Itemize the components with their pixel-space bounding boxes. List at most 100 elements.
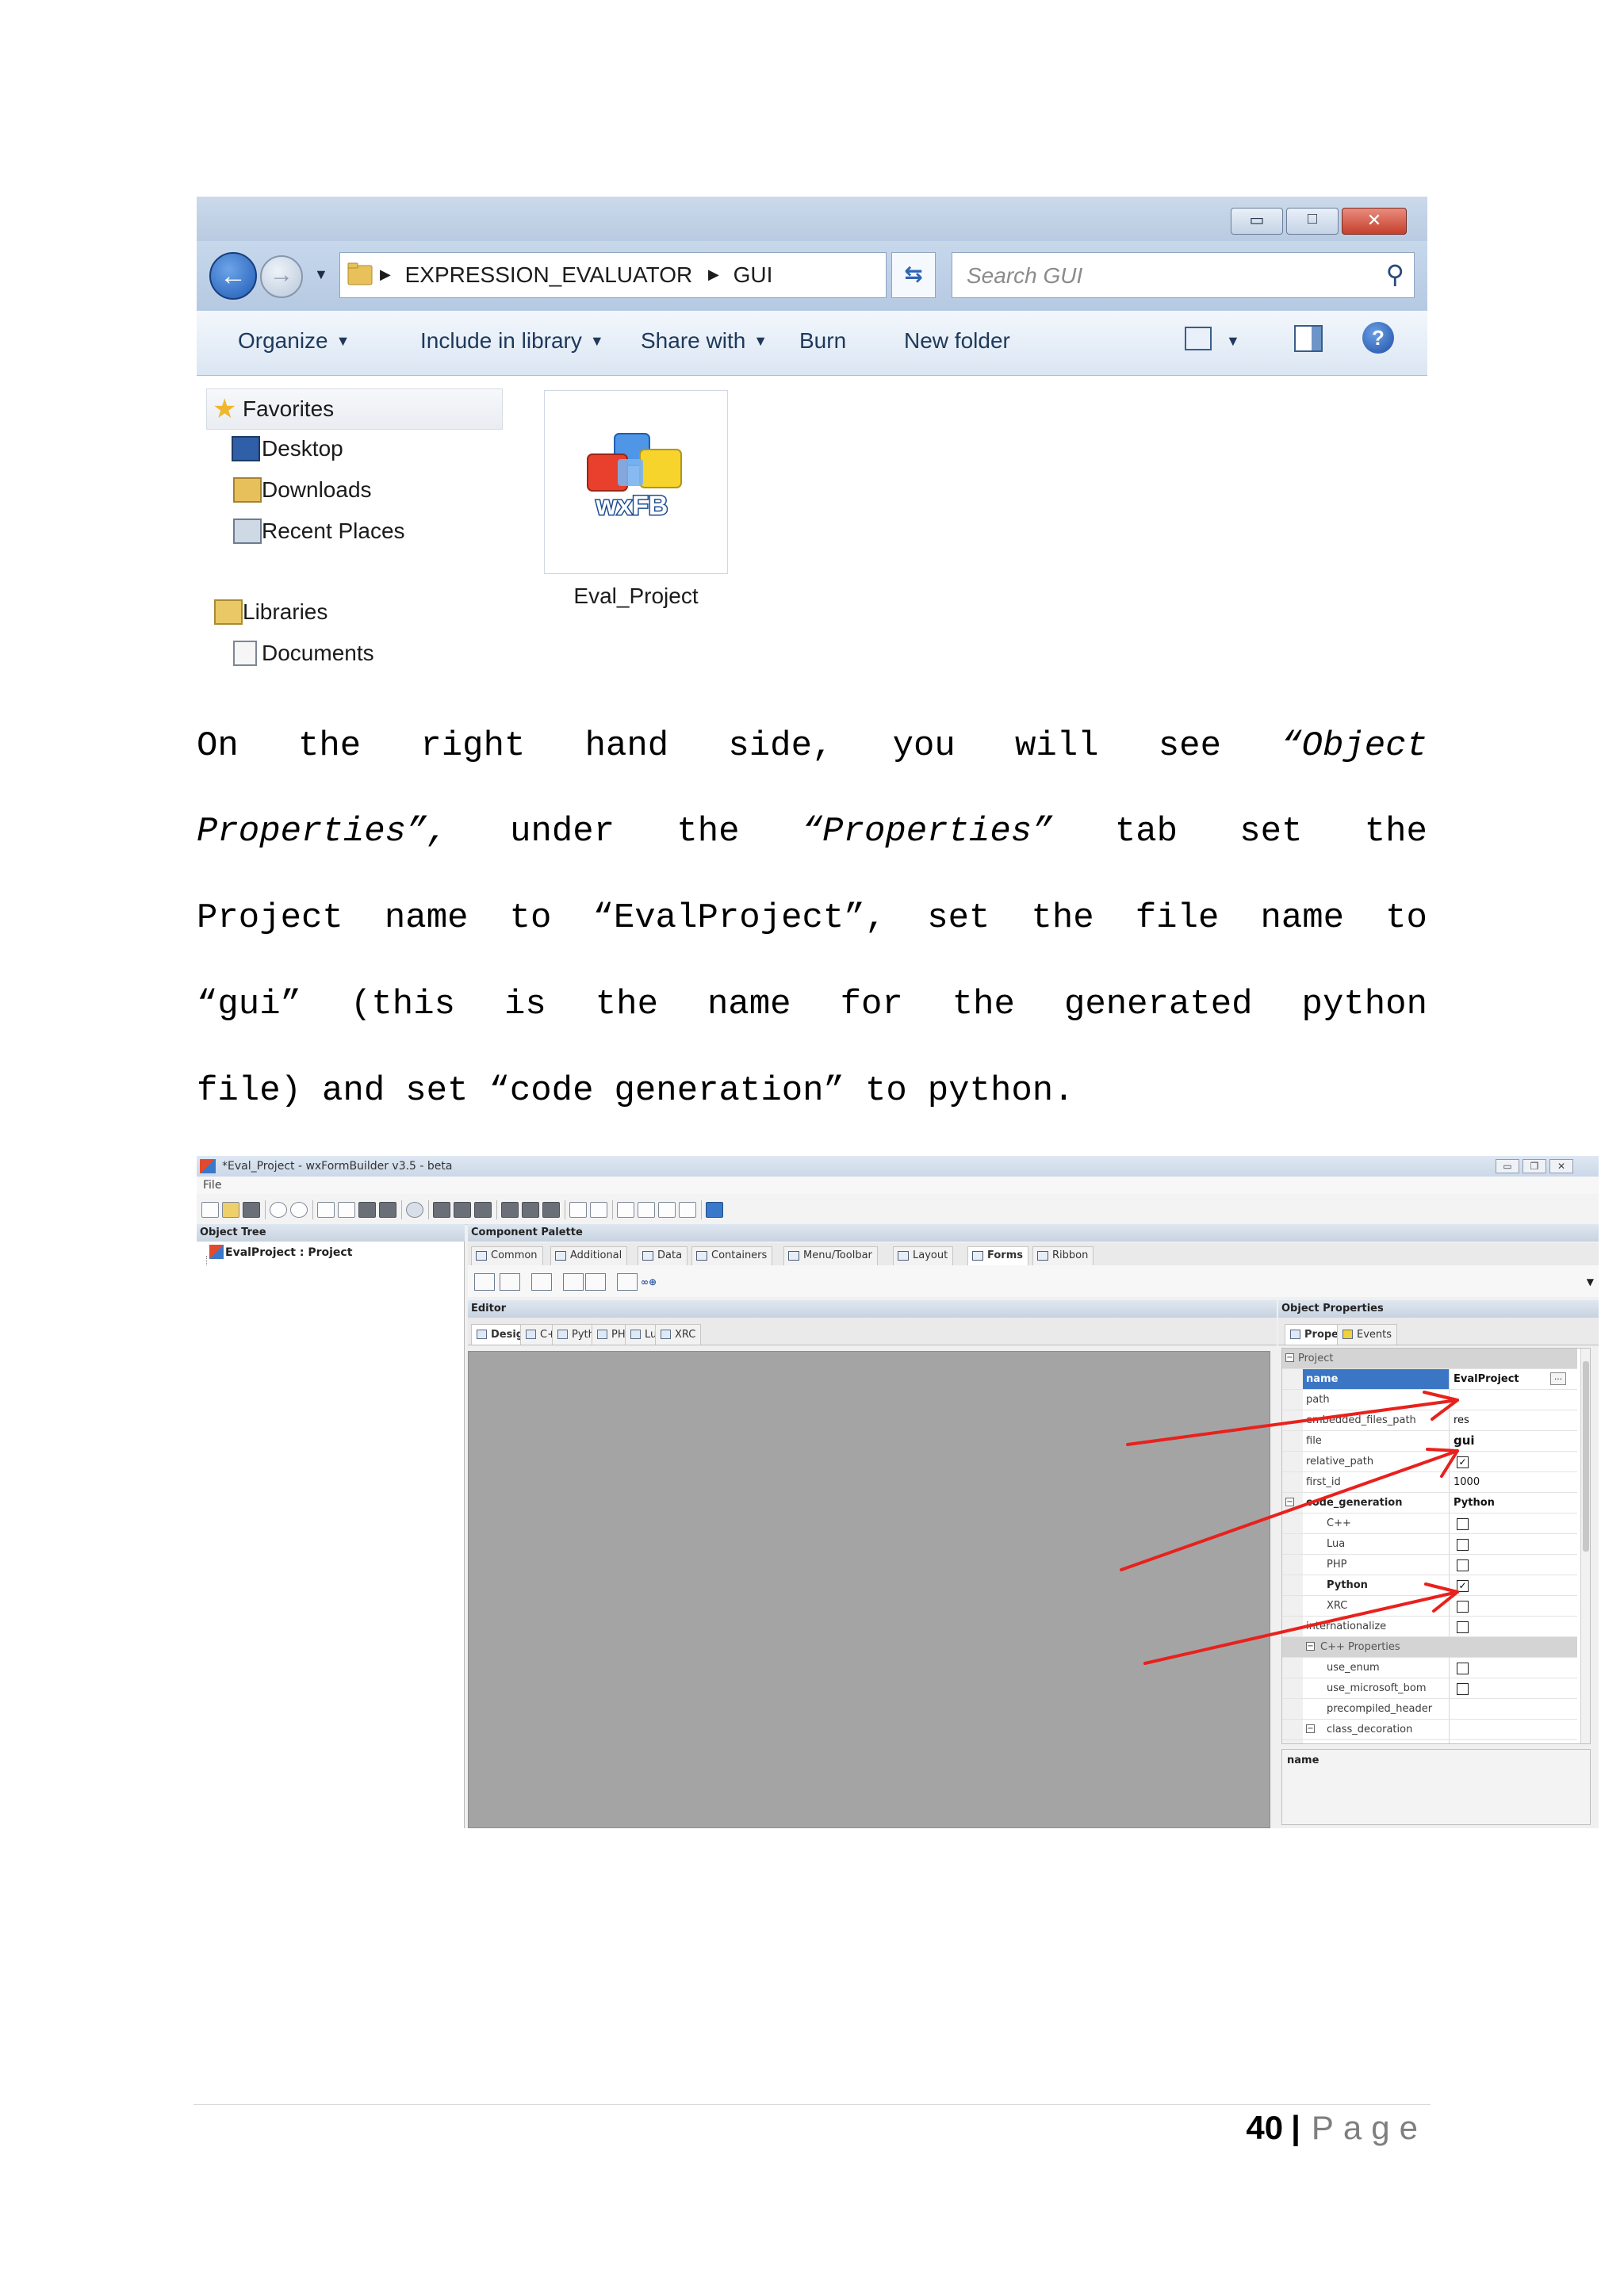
property-category-cpp[interactable]: − C++ Properties: [1282, 1637, 1577, 1658]
breadcrumb-item[interactable]: EXPRESSION_EVALUATOR: [405, 262, 693, 287]
stretch-icon[interactable]: [590, 1202, 607, 1218]
sidebar-item-downloads[interactable]: Downloads: [262, 477, 372, 503]
change-view-icon[interactable]: [1185, 327, 1212, 350]
property-row-class-decoration[interactable]: − class_decoration: [1282, 1720, 1577, 1740]
open-project-icon[interactable]: [222, 1202, 239, 1218]
preview-pane-icon[interactable]: [1294, 325, 1323, 352]
organize-button[interactable]: Organize ▼: [238, 328, 350, 354]
tab-common[interactable]: Common: [471, 1246, 543, 1265]
edit-ellipsis-button[interactable]: …: [1550, 1372, 1566, 1385]
property-value-code-generation[interactable]: Python: [1454, 1493, 1495, 1513]
minimize-button[interactable]: ▭: [1231, 208, 1283, 235]
sidebar-item-favorites[interactable]: Favorites: [243, 396, 334, 422]
delete-icon[interactable]: [379, 1202, 396, 1218]
align-bottom-icon[interactable]: [542, 1202, 560, 1218]
sidebar-item-documents[interactable]: Documents: [262, 641, 374, 666]
tab-ribbon[interactable]: Ribbon: [1032, 1246, 1094, 1265]
menu-file[interactable]: File: [203, 1179, 221, 1192]
tab-events[interactable]: Events: [1337, 1324, 1398, 1345]
tab-menu-toolbar[interactable]: Menu/Toolbar: [783, 1246, 878, 1265]
new-project-icon[interactable]: [201, 1202, 219, 1218]
custom-control-icon[interactable]: ∞⊕: [641, 1276, 657, 1288]
property-row-xrc[interactable]: XRC: [1282, 1596, 1577, 1617]
property-row-lua[interactable]: Lua: [1282, 1534, 1577, 1555]
menu-bar-icon[interactable]: [563, 1273, 584, 1291]
sidebar-item-libraries[interactable]: Libraries: [243, 599, 327, 625]
close-button[interactable]: ✕: [1342, 208, 1407, 235]
property-value-file[interactable]: gui: [1454, 1431, 1475, 1451]
align-top-icon[interactable]: [501, 1202, 519, 1218]
align-center-icon[interactable]: [454, 1202, 471, 1218]
property-value-first-id[interactable]: 1000: [1454, 1472, 1480, 1492]
sidebar-item-desktop[interactable]: Desktop: [262, 436, 343, 461]
property-scrollbar[interactable]: [1580, 1349, 1590, 1743]
align-middle-icon[interactable]: [522, 1202, 539, 1218]
new-folder-button[interactable]: New folder: [904, 328, 1010, 354]
tab-forms[interactable]: Forms: [967, 1246, 1028, 1265]
property-row-internationalize[interactable]: internationalize: [1282, 1617, 1577, 1637]
use-enum-checkbox[interactable]: [1457, 1663, 1469, 1674]
paste-icon[interactable]: [358, 1202, 376, 1218]
restore-button[interactable]: ❐: [1522, 1159, 1546, 1173]
align-right-icon[interactable]: [474, 1202, 492, 1218]
property-row-python[interactable]: Python ✓: [1282, 1575, 1577, 1596]
tab-additional[interactable]: Additional: [550, 1246, 628, 1265]
tab-xrc[interactable]: XRC: [655, 1324, 702, 1345]
include-in-library-button[interactable]: Include in library ▼: [420, 328, 604, 354]
back-button[interactable]: ←: [209, 252, 257, 300]
panel-icon[interactable]: [500, 1273, 520, 1291]
lua-checkbox[interactable]: [1457, 1539, 1469, 1551]
property-value-embedded-files-path[interactable]: res: [1454, 1410, 1469, 1430]
tab-data[interactable]: Data: [638, 1246, 688, 1265]
property-row-code-generation[interactable]: − code_generation Python: [1282, 1493, 1577, 1513]
tab-layout[interactable]: Layout: [893, 1246, 954, 1265]
dialog-icon[interactable]: [531, 1273, 552, 1291]
scrollbar-thumb[interactable]: [1583, 1361, 1589, 1552]
border-top-icon[interactable]: [658, 1202, 676, 1218]
property-row-name[interactable]: name EvalProject …: [1282, 1369, 1577, 1390]
close-button[interactable]: ✕: [1549, 1159, 1573, 1173]
property-row-use-microsoft-bom[interactable]: use_microsoft_bom: [1282, 1678, 1577, 1699]
forward-button[interactable]: →: [260, 255, 303, 298]
property-row-use-enum[interactable]: use_enum: [1282, 1658, 1577, 1678]
property-value-name[interactable]: EvalProject: [1454, 1369, 1519, 1389]
cut-icon[interactable]: [317, 1202, 335, 1218]
collapse-icon[interactable]: −: [1306, 1724, 1315, 1733]
search-icon[interactable]: ⚲: [1386, 259, 1404, 289]
undo-icon[interactable]: [270, 1202, 287, 1218]
property-row-precompiled-header[interactable]: precompiled_header: [1282, 1699, 1577, 1720]
border-left-icon[interactable]: [617, 1202, 634, 1218]
collapse-icon[interactable]: −: [1285, 1353, 1294, 1362]
sidebar-item-recent-places[interactable]: Recent Places: [262, 519, 405, 544]
python-checkbox[interactable]: ✓: [1457, 1580, 1469, 1592]
property-row-path[interactable]: path .: [1282, 1390, 1577, 1410]
use-microsoft-bom-checkbox[interactable]: [1457, 1683, 1469, 1695]
xrc-checkbox[interactable]: [1457, 1601, 1469, 1613]
php-checkbox[interactable]: [1457, 1559, 1469, 1571]
share-with-button[interactable]: Share with ▼: [641, 328, 768, 354]
tab-containers[interactable]: Containers: [691, 1246, 773, 1265]
search-input[interactable]: Search GUI ⚲: [952, 252, 1415, 298]
align-left-icon[interactable]: [433, 1202, 450, 1218]
designer-canvas[interactable]: [468, 1351, 1270, 1828]
copy-icon[interactable]: [338, 1202, 355, 1218]
cpp-checkbox[interactable]: [1457, 1518, 1469, 1530]
expand-icon[interactable]: [569, 1202, 587, 1218]
tree-item-project[interactable]: EvalProject : Project: [225, 1246, 352, 1259]
toolbar-icon[interactable]: [585, 1273, 606, 1291]
property-value-path[interactable]: .: [1454, 1390, 1457, 1410]
burn-button[interactable]: Burn: [799, 328, 846, 354]
collapse-icon[interactable]: −: [1306, 1642, 1315, 1651]
property-row-cpp[interactable]: C++: [1282, 1513, 1577, 1534]
save-project-icon[interactable]: [243, 1202, 260, 1218]
chevron-down-icon[interactable]: ▼: [1587, 1276, 1594, 1288]
generate-code-icon[interactable]: [406, 1202, 423, 1218]
frame-icon[interactable]: [474, 1273, 495, 1291]
internationalize-checkbox[interactable]: [1457, 1621, 1469, 1633]
refresh-button[interactable]: ⇆: [891, 252, 936, 298]
recent-pages-dropdown[interactable]: ▼: [314, 266, 328, 283]
wrap-sizer-icon[interactable]: [706, 1202, 723, 1218]
border-bottom-icon[interactable]: [679, 1202, 696, 1218]
property-row-file[interactable]: file gui: [1282, 1431, 1577, 1452]
relative-path-checkbox[interactable]: ✓: [1457, 1456, 1469, 1468]
